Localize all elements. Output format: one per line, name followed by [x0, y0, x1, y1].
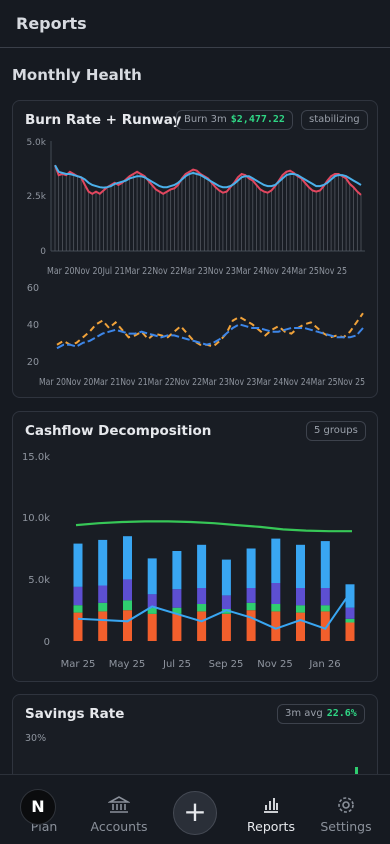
- y-tick: 5.0k: [28, 575, 50, 586]
- y2-tick: 60: [27, 283, 39, 294]
- x-tick-labels: Mar 20Nov 20Jul 21Mar 22Nov 22Mar 23Nov …: [47, 266, 347, 277]
- cashflow-bar-segment: [172, 551, 182, 590]
- nav-settings-label: Settings: [320, 819, 372, 834]
- x-tick: Jan 26: [308, 659, 340, 670]
- cashflow-bar-segment: [73, 543, 83, 587]
- section-title: Monthly Health: [12, 66, 142, 84]
- bank-icon: [108, 796, 130, 813]
- nav-reports-label: Reports: [247, 819, 295, 834]
- burn-rate-chart[interactable]: 5.0k 2.5k 0 Mar 20Nov 20Jul 21Mar 22Nov …: [13, 101, 379, 399]
- x-tick: Nov 25: [257, 659, 292, 670]
- avatar[interactable]: N: [20, 789, 56, 825]
- cashflow-bar-segment: [172, 613, 182, 641]
- cashflow-bar-segment: [197, 604, 207, 612]
- cashflow-bar-segment: [123, 600, 132, 611]
- savings-3m-label: 3m avg: [285, 708, 323, 719]
- x2-tick-labels: Mar 20Nov 20Mar 21Nov 21Mar 22Nov 22Mar …: [39, 377, 365, 388]
- cashflow-bar-segment: [296, 605, 305, 613]
- y-tick: 5.0k: [26, 138, 46, 148]
- bottom-nav: Plan N Accounts + Reports Settings: [0, 774, 390, 844]
- y2-tick: 40: [27, 320, 39, 331]
- gear-icon: [338, 797, 354, 813]
- add-button[interactable]: +: [173, 791, 217, 835]
- cashflow-net-line: [77, 592, 351, 630]
- x-tick: Mar 25: [61, 659, 96, 670]
- cashflow-bar-segment: [345, 622, 355, 641]
- cashflow-bar-segment: [98, 602, 108, 612]
- nav-reports[interactable]: Reports: [231, 775, 311, 834]
- x-tick: Sep 25: [209, 659, 244, 670]
- cashflow-bar-segment: [73, 612, 83, 641]
- burn-rate-card[interactable]: Burn Rate + Runway Burn 3m $2,477.22 stab…: [12, 100, 378, 398]
- top-bar: Reports: [0, 0, 390, 48]
- cashflow-bar-segment: [147, 613, 157, 641]
- cashflow-bar-segment: [221, 559, 231, 596]
- cashflow-bar-segment: [271, 538, 281, 583]
- savings-3m-value: 22.6%: [326, 708, 357, 719]
- cashflow-bar-segment: [123, 579, 132, 601]
- cashflow-bar-segment: [246, 548, 256, 588]
- x-tick: May 25: [109, 659, 146, 670]
- cashflow-trend-line: [75, 520, 352, 533]
- page-title: Reports: [16, 14, 87, 33]
- y-tick: 0: [44, 637, 50, 648]
- nav-settings[interactable]: Settings: [306, 775, 386, 834]
- cashflow-bar-segment: [197, 588, 207, 604]
- savings-3m-pill: 3m avg 22.6%: [277, 704, 365, 724]
- cashflow-bar-segment: [172, 589, 182, 608]
- cashflow-chart[interactable]: 15.0k 10.0k 5.0k 0 Mar 25 May 25 Jul 25 …: [13, 412, 379, 683]
- y-tick: 10.0k: [22, 513, 50, 524]
- cashflow-bar-segment: [197, 544, 207, 588]
- cashflow-bar-segment: [98, 611, 108, 641]
- y-tick: 30%: [25, 733, 47, 744]
- y2-tick: 20: [27, 357, 39, 368]
- bar-chart-icon: [264, 798, 278, 813]
- cashflow-bar-segment: [197, 611, 207, 641]
- cashflow-bar-segment: [271, 583, 281, 604]
- cashflow-bar-segment: [98, 585, 108, 603]
- cashflow-bar-segment: [123, 536, 132, 580]
- cashflow-bar-segment: [320, 611, 330, 641]
- cashflow-bar-segment: [271, 604, 281, 612]
- cashflow-bar-segment: [345, 618, 355, 623]
- cashflow-bar-segment: [296, 588, 305, 606]
- cashflow-bar-segment: [123, 610, 132, 641]
- nav-accounts[interactable]: Accounts: [79, 775, 159, 834]
- x-tick: Jul 25: [162, 659, 191, 670]
- runway-series-orange: [56, 312, 364, 348]
- y-tick: 0: [40, 247, 46, 257]
- savings-title: Savings Rate: [25, 706, 125, 722]
- cashflow-bar-segment: [147, 558, 157, 595]
- y-tick: 2.5k: [26, 192, 46, 202]
- cashflow-bar-segment: [98, 539, 108, 586]
- y-tick: 15.0k: [22, 452, 50, 463]
- cashflow-bar-segment: [345, 607, 355, 619]
- cashflow-bar-segment: [73, 586, 83, 606]
- cashflow-bar-segment: [296, 612, 305, 641]
- cashflow-bar-segment: [320, 541, 330, 588]
- cashflow-bar-segment: [246, 610, 256, 641]
- cashflow-bar-segment: [246, 588, 256, 603]
- nav-accounts-label: Accounts: [90, 819, 148, 834]
- cashflow-bar-segment: [320, 605, 330, 612]
- cashflow-card[interactable]: Cashflow Decomposition 5 groups 15.0k 10…: [12, 411, 378, 682]
- cashflow-bar-segment: [73, 605, 83, 613]
- cashflow-bar-segment: [296, 544, 305, 588]
- cashflow-bar-segment: [320, 588, 330, 606]
- cashflow-bar-segment: [246, 602, 256, 611]
- cashflow-bar-segment: [221, 613, 231, 641]
- cashflow-bar-segment: [221, 595, 231, 609]
